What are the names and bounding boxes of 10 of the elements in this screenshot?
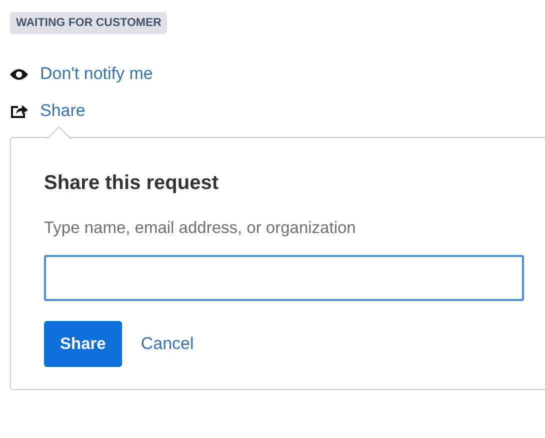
- share-input-field[interactable]: [44, 255, 524, 301]
- popover-title: Share this request: [44, 172, 220, 195]
- watch-link[interactable]: Don't notify me: [40, 64, 153, 84]
- cancel-link[interactable]: Cancel: [140, 334, 194, 354]
- eye-icon: [10, 68, 28, 80]
- field-label: Type name, email address, or organization: [44, 219, 357, 238]
- share-button[interactable]: Share: [44, 321, 122, 367]
- share-link[interactable]: Share: [40, 101, 86, 121]
- share-icon: [10, 103, 28, 119]
- status-badge: WAITING FOR CUSTOMER: [10, 12, 168, 34]
